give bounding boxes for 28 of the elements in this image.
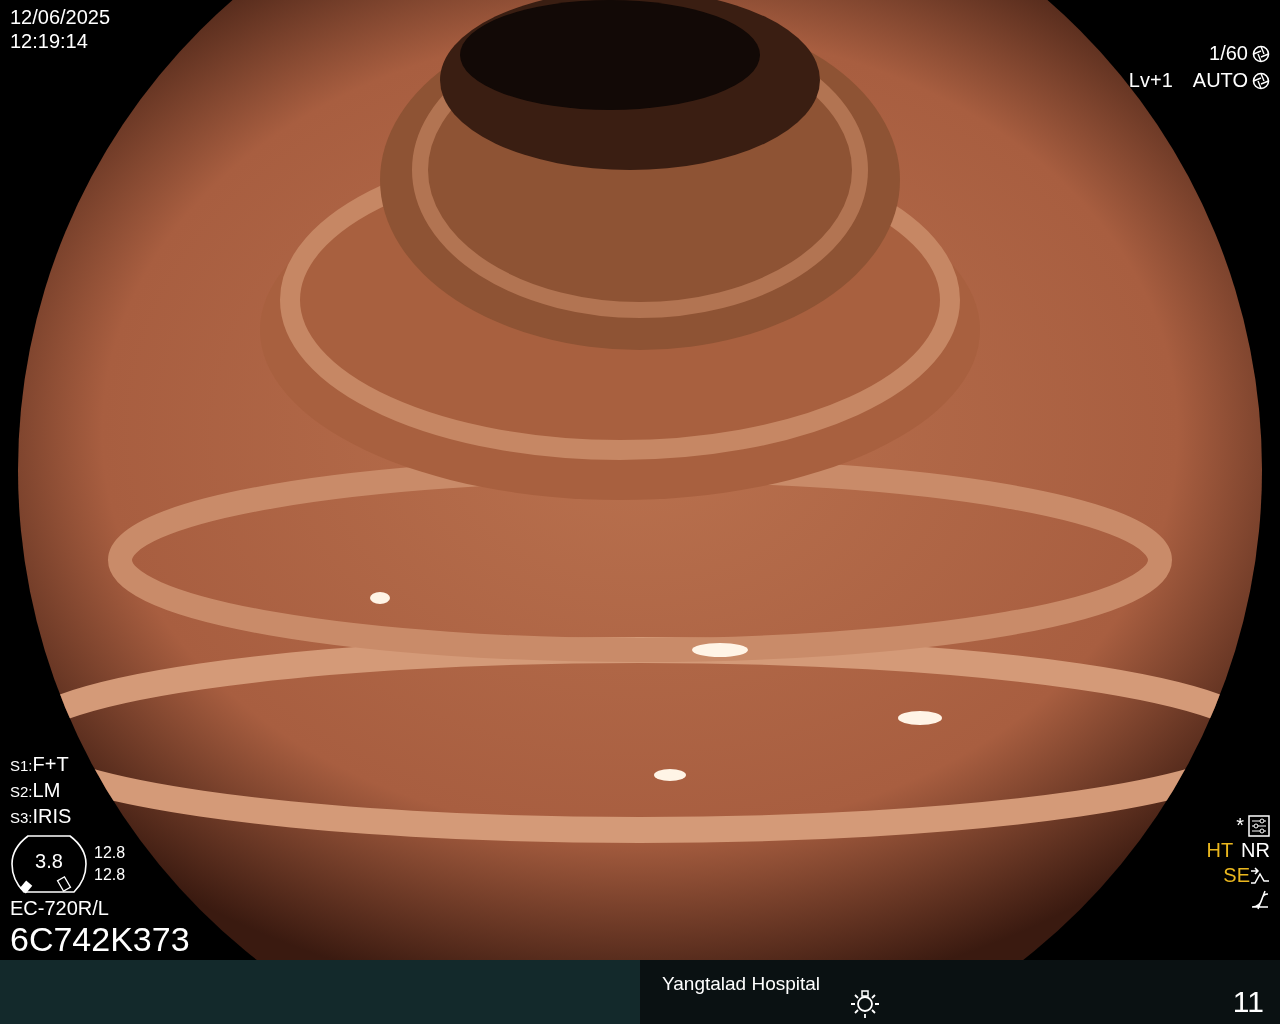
hospital-name: Yangtalad Hospital xyxy=(662,972,821,996)
gauge-reading: 12.8 xyxy=(94,865,126,885)
light-level: Lv+1 xyxy=(1128,68,1173,93)
setting-label: S1: xyxy=(10,756,33,776)
mode-indicator: NR xyxy=(1241,838,1270,863)
setting-value: LM xyxy=(32,778,61,803)
iris-mode: AUTO xyxy=(1192,68,1248,93)
page-number: 11 xyxy=(1232,984,1264,1020)
scope-model: EC-720R/L xyxy=(10,896,110,920)
lamp-icon xyxy=(850,989,881,1019)
setting-value: F+T xyxy=(32,752,69,777)
shutter-speed: 1/60 xyxy=(1209,41,1248,66)
aperture-icon xyxy=(1252,71,1270,90)
gauge-reading: 12.8 xyxy=(94,843,126,863)
setting-label: S2: xyxy=(10,782,33,802)
sliders-icon xyxy=(1248,814,1270,837)
asterisk-text: * xyxy=(1236,813,1244,838)
not-equal-icon xyxy=(1250,890,1270,910)
setting-label: S3: xyxy=(10,808,33,828)
edge-enhance-icon xyxy=(1250,866,1270,885)
date-text: 12/06/2025 xyxy=(10,5,112,29)
mode-indicator: HT xyxy=(1206,838,1234,863)
scope-serial: 6C742K373 xyxy=(10,920,190,958)
gauge-value: 3.8 xyxy=(35,849,63,874)
time-text: 12:19:14 xyxy=(10,29,89,53)
setting-value: IRIS xyxy=(32,804,72,829)
shutter-icon xyxy=(1252,44,1270,63)
edge-indicator: SE xyxy=(1223,863,1250,888)
